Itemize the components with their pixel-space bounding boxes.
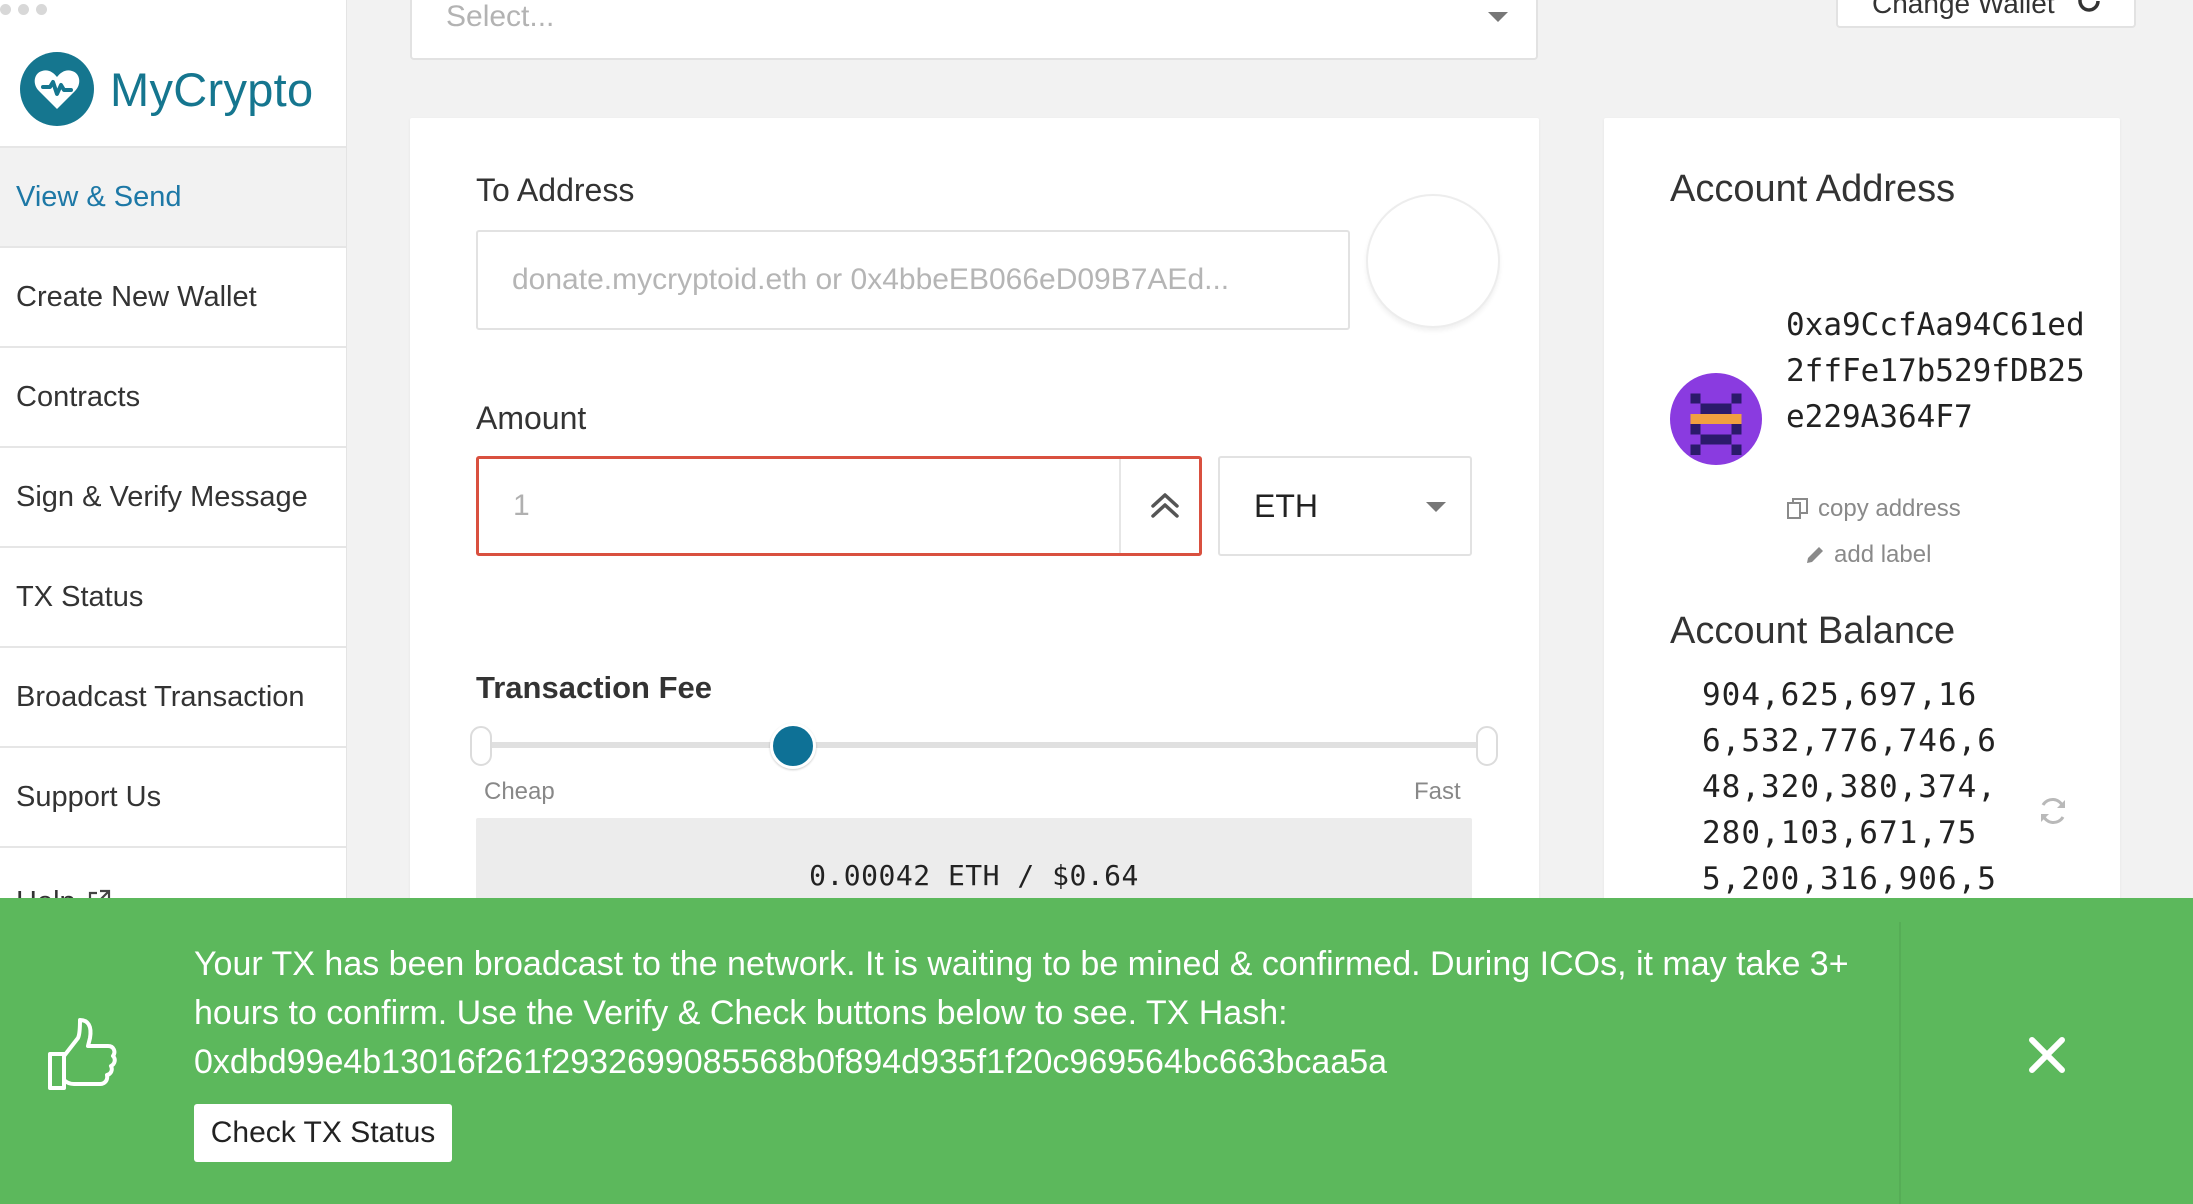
success-notification: Your TX has been broadcast to the networ… [0, 898, 2193, 1204]
divider [1119, 459, 1121, 553]
window-dots [0, 4, 47, 15]
account-balance: 904,625,697,166,532,776,746,648,320,380,… [1702, 677, 1997, 897]
sidebar-item-support-us[interactable]: Support Us [0, 746, 346, 846]
account-address: 0xa9CcfAa94C61ed2ffFe17b529fDB25e229A364… [1786, 307, 2085, 435]
unit-select-value: ETH [1254, 488, 1318, 524]
amount-label: Amount [476, 400, 587, 436]
send-everything-icon[interactable] [1141, 481, 1189, 529]
sidebar-item-create-new-wallet[interactable]: Create New Wallet [0, 246, 346, 346]
fee-slider-handle[interactable] [769, 723, 816, 769]
fee-slider-min-stop [470, 726, 492, 766]
wallet-select[interactable]: Select... [410, 0, 1538, 60]
thumbs-up-icon [48, 1018, 117, 1090]
add-label-link[interactable]: add label [1804, 541, 1931, 569]
wallet-select-placeholder: Select... [446, 0, 555, 33]
chevron-down-icon [1488, 12, 1508, 22]
window-dot [18, 4, 29, 15]
close-icon[interactable] [2024, 1032, 2070, 1078]
divider [1899, 922, 1901, 1204]
chevron-down-icon [1426, 502, 1446, 512]
to-address-field [476, 230, 1350, 330]
copy-icon [1787, 498, 1808, 519]
fee-amount: 0.00042 ETH / $0.64 [809, 859, 1139, 892]
refresh-icon [2078, 0, 2100, 12]
sidebar-item-sign-verify-message[interactable]: Sign & Verify Message [0, 446, 346, 546]
copy-address-label: copy address [1818, 495, 1961, 522]
check-tx-status-button[interactable]: Check TX Status [194, 1104, 452, 1162]
account-identicon [1670, 373, 1762, 465]
change-wallet-button[interactable]: Change Wallet [1836, 0, 2136, 28]
sidebar-item-tx-status[interactable]: TX Status [0, 546, 346, 646]
mycrypto-logo-icon [20, 52, 94, 126]
transaction-fee-label: Transaction Fee [476, 670, 713, 705]
window-dot [0, 4, 11, 15]
sidebar-item-view-send[interactable]: View & Send [0, 146, 346, 246]
window-dot [36, 4, 47, 15]
amount-input[interactable] [479, 459, 1119, 553]
copy-address-link[interactable]: copy address [1786, 495, 1961, 523]
brand[interactable]: MyCrypto [20, 50, 313, 128]
brand-name: MyCrypto [110, 62, 314, 116]
pencil-icon [1807, 547, 1823, 563]
change-wallet-label: Change Wallet [1872, 0, 2055, 19]
amount-field [476, 456, 1202, 556]
notification-message: Your TX has been broadcast to the networ… [194, 945, 1849, 1081]
fee-slider[interactable] [470, 723, 1498, 769]
recipient-identicon [1366, 194, 1500, 328]
unit-select[interactable]: ETH [1218, 456, 1472, 556]
fee-slider-track [480, 742, 1488, 748]
refresh-balance-icon[interactable] [2036, 794, 2070, 828]
to-address-input[interactable] [478, 232, 1348, 328]
account-balance-title: Account Balance [1670, 610, 1956, 652]
sidebar-item-broadcast-transaction[interactable]: Broadcast Transaction [0, 646, 346, 746]
fee-fast-label: Fast [1414, 778, 1461, 805]
fee-cheap-label: Cheap [484, 778, 555, 805]
sidebar-item-contracts[interactable]: Contracts [0, 346, 346, 446]
account-address-title: Account Address [1670, 168, 1956, 210]
add-label-text: add label [1834, 541, 1932, 568]
to-address-label: To Address [476, 172, 635, 208]
sidebar-nav: View & Send Create New Wallet Contracts … [0, 146, 346, 946]
fee-slider-max-stop [1476, 726, 1498, 766]
